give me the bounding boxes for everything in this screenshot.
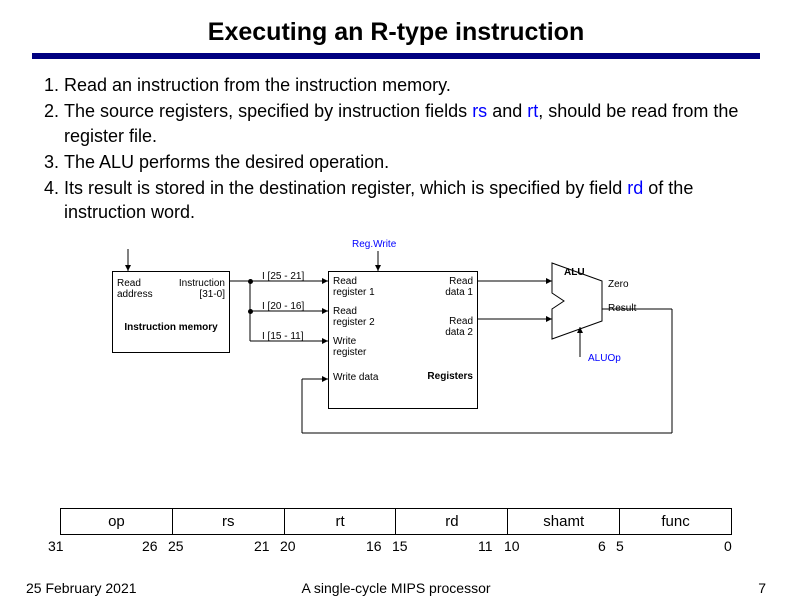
field-rt: rt: [284, 509, 396, 535]
bit-10: 10: [504, 538, 520, 554]
field-op: op: [61, 509, 173, 535]
slide-title: Executing an R-type instruction: [32, 18, 760, 53]
datapath-diagram: Reg.Write Read address Instruction [31-0…: [32, 237, 762, 447]
rt-keyword: rt: [527, 101, 538, 121]
footer-caption: A single-cycle MIPS processor: [0, 580, 792, 596]
bit-21: 21: [254, 538, 270, 554]
wire-dot: [248, 309, 253, 314]
field-rs: rs: [172, 509, 284, 535]
step-3-text: The ALU performs the desired operation.: [64, 152, 389, 172]
bit-20: 20: [280, 538, 296, 554]
alu-label: ALU: [564, 267, 585, 278]
footer-page: 7: [758, 580, 766, 596]
zero-label: Zero: [608, 279, 629, 290]
bits-20-16: I [20 - 16]: [262, 301, 304, 312]
instruction-format-table: op rs rt rd shamt func: [60, 508, 732, 535]
body-text: Read an instruction from the instruction…: [32, 73, 760, 225]
step-4a: Its result is stored in the destination …: [64, 178, 627, 198]
step-1: Read an instruction from the instruction…: [64, 73, 754, 97]
bit-25: 25: [168, 538, 184, 554]
field-rd: rd: [396, 509, 508, 535]
title-rule: [32, 53, 760, 59]
step-3: The ALU performs the desired operation.: [64, 150, 754, 174]
step-4: Its result is stored in the destination …: [64, 176, 754, 225]
bits-25-21: I [25 - 21]: [262, 271, 304, 282]
diagram-svg: [32, 237, 762, 447]
step-1-text: Read an instruction from the instruction…: [64, 75, 451, 95]
wire-dot: [248, 279, 253, 284]
bits-15-11: I [15 - 11]: [262, 331, 304, 342]
bit-6: 6: [598, 538, 606, 554]
step-2b: and: [487, 101, 527, 121]
bit-16: 16: [366, 538, 382, 554]
field-func: func: [620, 509, 732, 535]
slide: Executing an R-type instruction Read an …: [0, 0, 792, 612]
bit-5: 5: [616, 538, 624, 554]
rd-keyword: rd: [627, 178, 643, 198]
field-shamt: shamt: [508, 509, 620, 535]
bit-11: 11: [478, 538, 493, 554]
rs-keyword: rs: [472, 101, 487, 121]
bit-31: 31: [48, 538, 64, 554]
result-label: Result: [608, 303, 636, 314]
step-2: The source registers, specified by instr…: [64, 99, 754, 148]
bit-0: 0: [724, 538, 732, 554]
bit-15: 15: [392, 538, 408, 554]
bit-26: 26: [142, 538, 158, 554]
aluop-label: ALUOp: [588, 353, 621, 364]
step-2a: The source registers, specified by instr…: [64, 101, 472, 121]
